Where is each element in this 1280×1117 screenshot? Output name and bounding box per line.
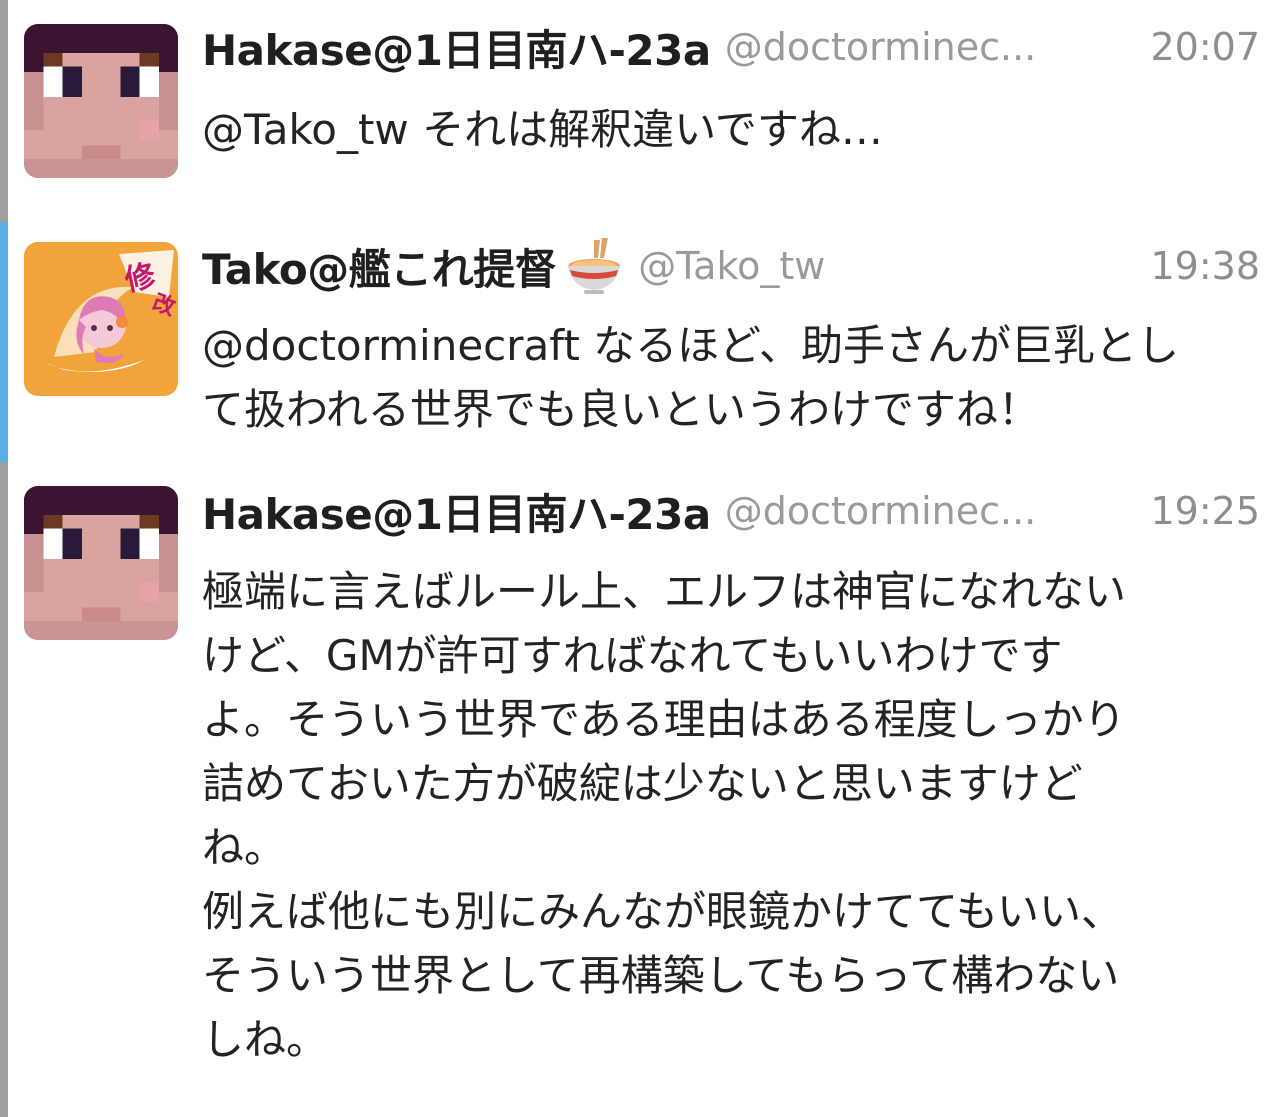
display-name[interactable]: Hakase@1日目南ハ-23a [202, 17, 711, 78]
avatar[interactable]: 修 改 [24, 242, 178, 396]
tweet-time[interactable]: 19:38 [1150, 244, 1260, 288]
display-name[interactable]: Hakase@1日目南ハ-23a [202, 481, 711, 542]
tweet-time[interactable]: 19:25 [1150, 489, 1260, 533]
tweet-item[interactable]: Hakase@1日目南ハ-23a @doctorminec... 20:07 @… [0, 0, 1280, 222]
display-name[interactable]: Tako@艦これ提督 [202, 236, 557, 297]
tweet-text: @Tako_tw それは解釈違いですね… [202, 105, 883, 154]
tweet-item[interactable]: Hakase@1日目南ハ-23a @doctorminec... 19:25 極… [0, 462, 1280, 1117]
tweet-header: Hakase@1日目南ハ-23a @doctorminec... 19:25 [202, 481, 1260, 541]
tweet-text: @doctorminecraft なるほど、助手さんが巨乳とし て扱われる世界で… [202, 321, 1180, 434]
pixel-character-avatar [24, 486, 178, 640]
user-handle[interactable]: @Tako_tw [638, 244, 1132, 288]
tweet-header: Hakase@1日目南ハ-23a @doctorminec... 20:07 [202, 17, 1260, 77]
tweet-text: 極端に言えばルール上、エルフは神官になれない けど、GMが許可すればなれてもいい… [202, 567, 1127, 1064]
tweet-header: Tako@艦これ提督 @Tako_tw 19:38 [202, 236, 1260, 296]
tweet-item[interactable]: 修 改 Tako@艦これ提督 @Tako_tw 19:38 @doctormin… [0, 222, 1280, 462]
tweet-time[interactable]: 20:07 [1150, 25, 1260, 69]
user-handle[interactable]: @doctorminec... [725, 489, 1133, 533]
tweet-timeline: Hakase@1日目南ハ-23a @doctorminec... 20:07 @… [0, 0, 1280, 1117]
avatar[interactable] [24, 486, 178, 640]
ramen-bowl-icon [564, 236, 624, 296]
anime-character-avatar: 修 改 [24, 242, 178, 396]
user-handle[interactable]: @doctorminec... [725, 25, 1133, 69]
avatar[interactable] [24, 24, 178, 178]
pixel-character-avatar [24, 24, 178, 178]
